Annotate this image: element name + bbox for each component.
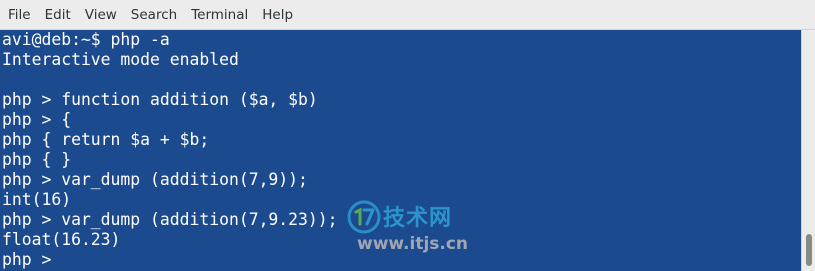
- 17-logo-icon: [347, 200, 381, 234]
- terminal-line: float(16.23): [2, 230, 121, 249]
- terminal-line: Interactive mode enabled: [2, 50, 239, 69]
- menu-bar: File Edit View Search Terminal Help: [0, 0, 815, 30]
- menu-terminal[interactable]: Terminal: [184, 0, 255, 30]
- menu-edit[interactable]: Edit: [38, 0, 78, 30]
- menu-view[interactable]: View: [78, 0, 124, 30]
- terminal-line: int(16): [2, 190, 72, 209]
- terminal-line: php > function addition ($a, $b): [2, 90, 318, 109]
- terminal-prompt-line[interactable]: php >: [2, 250, 338, 270]
- terminal-window: File Edit View Search Terminal Help avi@…: [0, 0, 815, 271]
- prompt-text: php >: [2, 250, 62, 269]
- watermark: 技术网 www.itjs.cn: [347, 198, 487, 262]
- text-cursor: [61, 251, 70, 267]
- terminal-line: avi@deb:~$ php -a: [2, 30, 170, 49]
- watermark-title: 技术网: [383, 206, 453, 231]
- terminal-line: php > var_dump (addition(7,9.23));: [2, 210, 338, 229]
- vertical-scrollbar[interactable]: [801, 30, 815, 271]
- terminal-line: php { return $a + $b;: [2, 130, 210, 149]
- watermark-url: www.itjs.cn: [357, 234, 469, 254]
- menu-file[interactable]: File: [1, 0, 38, 30]
- menu-search[interactable]: Search: [124, 0, 184, 30]
- terminal-line: php { }: [2, 150, 72, 169]
- terminal-line: php > var_dump (addition(7,9));: [2, 170, 308, 189]
- menu-help[interactable]: Help: [255, 0, 300, 30]
- terminal-line: php > {: [2, 110, 72, 129]
- terminal-lines: avi@deb:~$ php -a Interactive mode enabl…: [2, 30, 338, 270]
- scrollbar-thumb[interactable]: [806, 234, 812, 266]
